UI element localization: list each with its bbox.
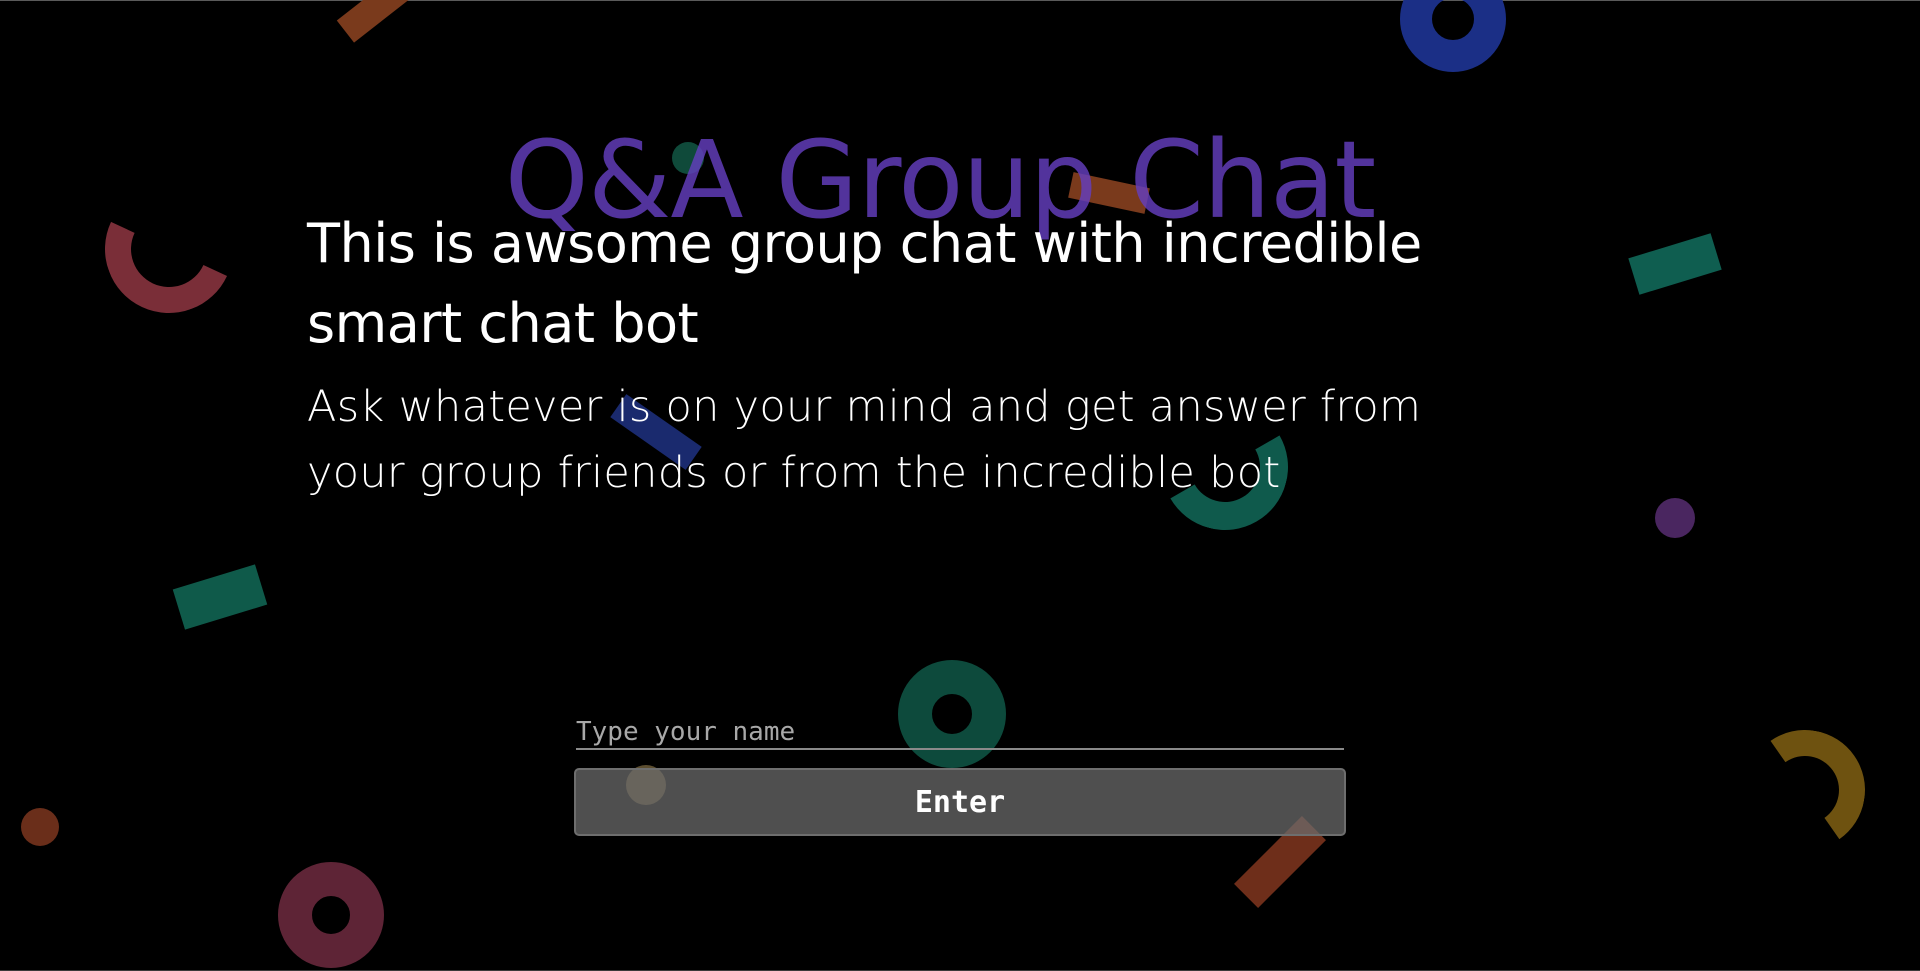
confetti-dot-orange-left: [21, 808, 59, 846]
confetti-ring-blue-top: [1400, 0, 1506, 72]
hero-headline: This is awsome group chat with incredibl…: [307, 212, 1422, 355]
confetti-bar-teal-left: [172, 564, 268, 630]
name-input[interactable]: [576, 716, 1344, 750]
confetti-arc-yellow-right: [1735, 720, 1875, 860]
top-border: [0, 0, 1920, 1]
enter-button[interactable]: Enter: [574, 768, 1346, 836]
confetti-ring-pink-bottom: [278, 862, 384, 968]
confetti-bar-teal-right: [1628, 233, 1722, 295]
confetti-bar-orange-top: [336, 0, 410, 43]
landing-page: Q&A Group Chat This is awsome group chat…: [0, 0, 1920, 971]
confetti-dot-purple-right: [1655, 498, 1695, 538]
hero-subtitle: Ask whatever is on your mind and get ans…: [307, 382, 1422, 498]
confetti-ring-green-center: [898, 660, 1006, 768]
